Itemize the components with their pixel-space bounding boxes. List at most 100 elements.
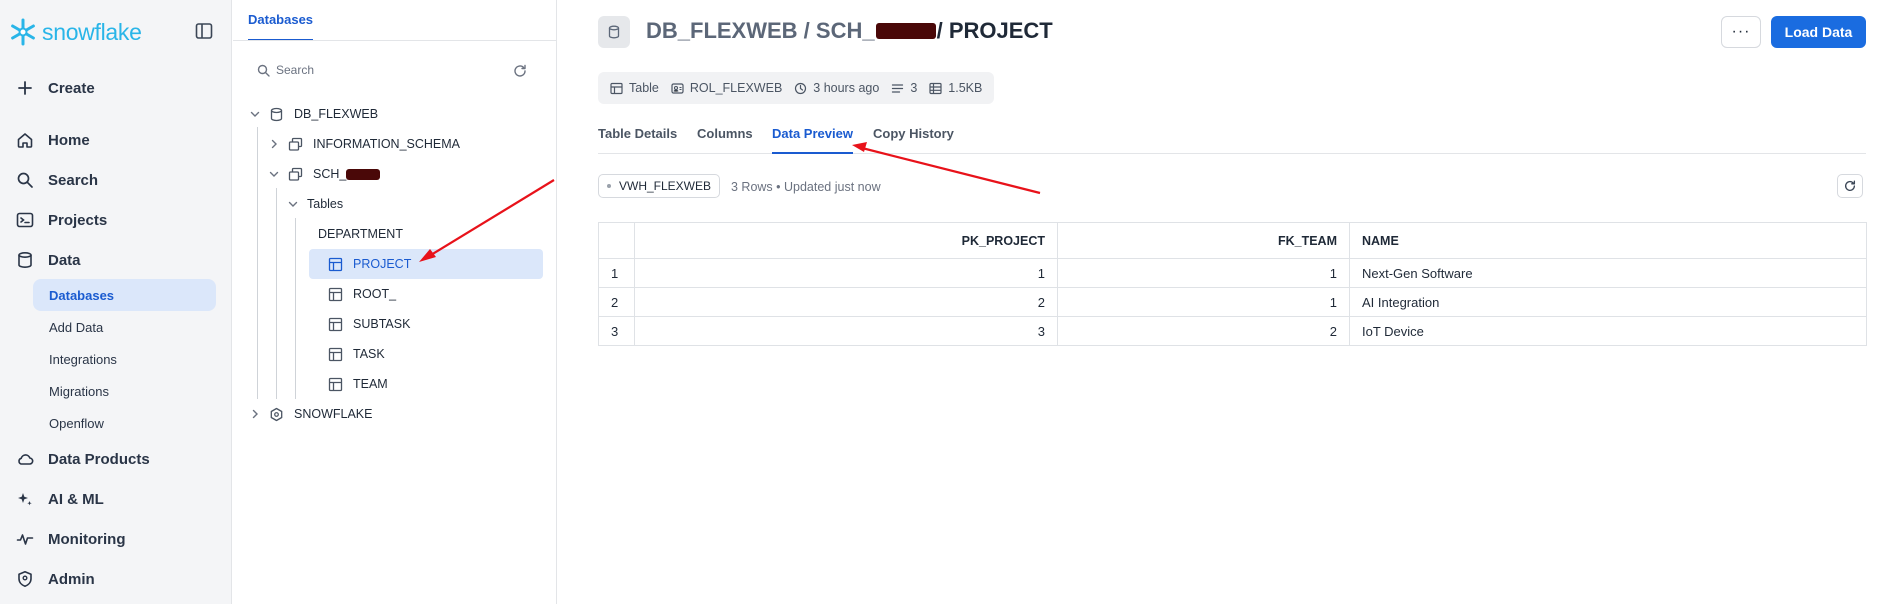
tab-copy-history[interactable]: Copy History	[873, 122, 954, 154]
main-content: DB_FLEXWEB / SCH_ / PROJECT ··· Load Dat…	[558, 0, 1877, 604]
column-header[interactable]: NAME	[1349, 222, 1867, 259]
cloud-icon	[18, 454, 34, 465]
nav-item-data-products[interactable]: Data Products	[16, 450, 150, 468]
chevron-down-icon	[269, 171, 279, 177]
divider	[233, 40, 557, 41]
meta-size: 1.5KB	[929, 81, 982, 95]
nav-label: Data	[48, 251, 81, 269]
chevron-down-icon	[250, 111, 260, 117]
tree-label: SNOWFLAKE	[294, 407, 373, 421]
nav-item-ai-ml[interactable]: AI & ML	[16, 490, 104, 508]
tab-columns[interactable]: Columns	[697, 122, 753, 154]
tree-node-table[interactable]: ROOT_	[328, 280, 396, 308]
activity-icon	[16, 534, 34, 545]
table-cell[interactable]: 1	[1057, 287, 1350, 317]
tree-node-table[interactable]: TASK	[328, 340, 385, 368]
table-icon	[328, 347, 343, 361]
tree-guide	[257, 127, 258, 399]
nav-label: Home	[48, 131, 90, 149]
table-cell[interactable]: 3	[634, 316, 1058, 346]
tree-node-information-schema[interactable]: INFORMATION_SCHEMA	[268, 130, 460, 158]
table-cell[interactable]: 1	[634, 258, 1058, 288]
tree-node-table-selected[interactable]: PROJECT	[309, 249, 543, 279]
tab-data-preview[interactable]: Data Preview	[772, 122, 853, 154]
tree-node-schema[interactable]: SCH_	[268, 160, 381, 188]
meta-owner: ROL_FLEXWEB	[671, 81, 782, 95]
schema-icon	[288, 167, 303, 181]
tree-node-db[interactable]: DB_FLEXWEB	[249, 100, 378, 128]
snowflake-icon	[11, 18, 35, 46]
column-header[interactable]: FK_TEAM	[1057, 222, 1350, 259]
storage-icon	[929, 82, 942, 94]
database-icon	[608, 25, 620, 39]
table-icon	[328, 287, 343, 301]
nav-item-search[interactable]: Search	[16, 171, 98, 189]
warehouse-label: VWH_FLEXWEB	[619, 179, 712, 193]
breadcrumb-table: / PROJECT	[936, 18, 1053, 43]
nav-sub-integrations[interactable]: Integrations	[33, 343, 216, 375]
nav-item-projects[interactable]: Projects	[16, 211, 107, 229]
nav-label: Data Products	[48, 450, 150, 468]
nav-sub-openflow[interactable]: Openflow	[33, 407, 216, 439]
table-cell[interactable]: 1	[1057, 258, 1350, 288]
nav-item-monitoring[interactable]: Monitoring	[16, 530, 125, 548]
table-cell[interactable]: 2	[634, 287, 1058, 317]
warehouse-selector[interactable]: VWH_FLEXWEB	[598, 174, 721, 198]
tree-label: TEAM	[353, 377, 388, 391]
meta-updated: 3 hours ago	[794, 81, 879, 95]
clock-icon	[795, 82, 807, 94]
tab-table-details[interactable]: Table Details	[598, 122, 677, 154]
table-row: 3 3 2 IoT Device	[598, 316, 1867, 346]
nav-sub-migrations[interactable]: Migrations	[33, 375, 216, 407]
row-index: 3	[598, 316, 635, 346]
snowflake-logo[interactable]: snowflake	[8, 14, 142, 50]
tree-label: DEPARTMENT	[318, 227, 403, 241]
tree-node-tables-folder[interactable]: Tables	[287, 190, 343, 218]
more-options-button[interactable]: ···	[1721, 16, 1761, 48]
table-icon	[328, 317, 343, 331]
search-input[interactable]: Search	[257, 63, 314, 77]
detail-tabs: Table Details Columns Data Preview Copy …	[598, 122, 1866, 154]
tree-node-snowflake-db[interactable]: SNOWFLAKE	[249, 400, 373, 428]
table-cell[interactable]: 2	[1057, 316, 1350, 346]
create-button[interactable]: Create	[16, 79, 95, 97]
row-index-header	[598, 222, 635, 259]
nav-item-home[interactable]: Home	[16, 131, 90, 149]
nav-item-admin[interactable]: Admin	[16, 570, 95, 588]
refresh-preview-button[interactable]	[1837, 174, 1863, 198]
nav-item-data[interactable]: Data	[16, 251, 81, 269]
chevron-right-icon	[252, 409, 258, 419]
tree-label: INFORMATION_SCHEMA	[313, 137, 460, 151]
database-icon	[18, 251, 32, 269]
shared-database-icon	[270, 407, 283, 421]
breadcrumb-db-schema[interactable]: DB_FLEXWEB / SCH_	[646, 18, 875, 44]
create-label: Create	[48, 79, 95, 97]
panel-toggle-icon[interactable]	[195, 22, 213, 40]
load-data-button[interactable]: Load Data	[1771, 16, 1866, 48]
tree-node-table[interactable]: TEAM	[328, 370, 388, 398]
schema-icon	[288, 137, 303, 151]
tree-node-table[interactable]: SUBTASK	[328, 310, 410, 338]
table-cell[interactable]: AI Integration	[1349, 287, 1867, 317]
tab-databases[interactable]: Databases	[248, 0, 314, 41]
meta-size-label: 1.5KB	[948, 81, 983, 95]
tree-label: Tables	[307, 197, 344, 211]
meta-rows: 3	[891, 81, 917, 95]
table-row: 2 2 1 AI Integration	[598, 287, 1867, 317]
nav-label: Search	[48, 171, 99, 189]
refresh-icon[interactable]	[512, 63, 528, 79]
chevron-down-icon	[288, 201, 298, 207]
nav-sub-databases[interactable]: Databases	[33, 279, 216, 311]
table-icon	[610, 82, 623, 94]
tree-guide	[295, 218, 296, 399]
redaction-mark	[875, 23, 936, 39]
plus-icon	[18, 81, 32, 95]
refresh-icon	[1844, 180, 1856, 191]
preview-status: 3 Rows • Updated just now	[731, 180, 881, 194]
table-cell[interactable]: Next-Gen Software	[1349, 258, 1867, 288]
nav-label: Projects	[48, 211, 108, 229]
table-type-badge	[598, 16, 630, 48]
nav-sub-add-data[interactable]: Add Data	[33, 311, 216, 343]
table-cell[interactable]: IoT Device	[1349, 316, 1867, 346]
column-header[interactable]: PK_PROJECT	[634, 222, 1058, 259]
